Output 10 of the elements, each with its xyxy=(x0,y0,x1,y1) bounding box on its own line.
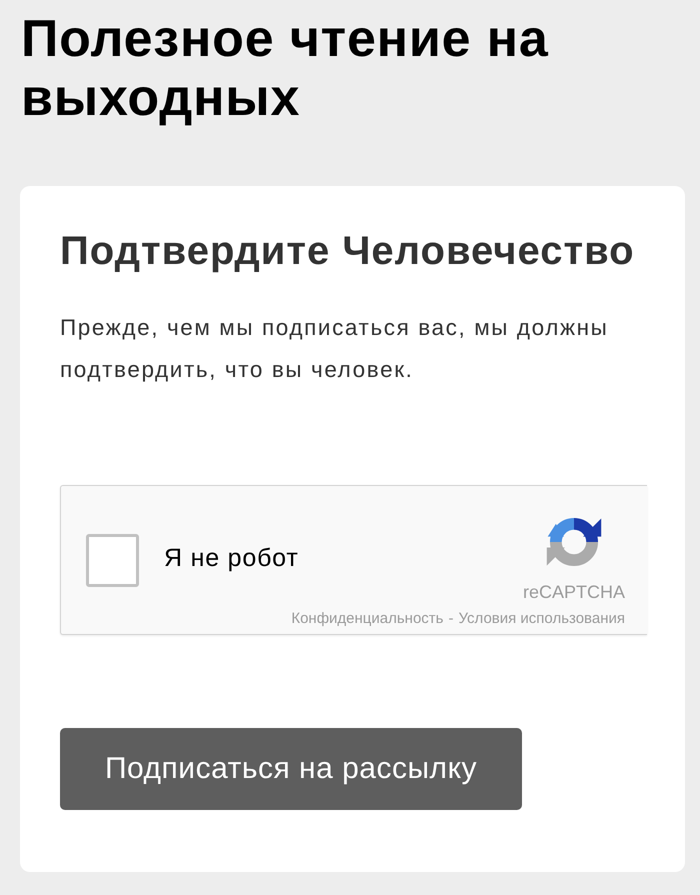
footer-link[interactable]: Условия использования xyxy=(458,610,625,627)
subscribe-button[interactable]: Подписаться на рассылку xyxy=(60,728,522,810)
footer-link[interactable]: Конфиденциальность xyxy=(291,610,444,627)
card-text: Прежде, чем мы подписаться вас, мы должны подтвердить, что вы человек. xyxy=(60,314,610,384)
card-heading: Подтвердите Человечество xyxy=(60,228,636,275)
link-separator: - xyxy=(448,610,454,627)
captcha-label: Я не робот xyxy=(164,544,300,572)
page-title: Полезное чтение на выходных xyxy=(21,10,550,128)
captcha-checkbox[interactable] xyxy=(86,534,139,586)
captcha-brand-text: reCAPTCHA xyxy=(522,582,625,603)
